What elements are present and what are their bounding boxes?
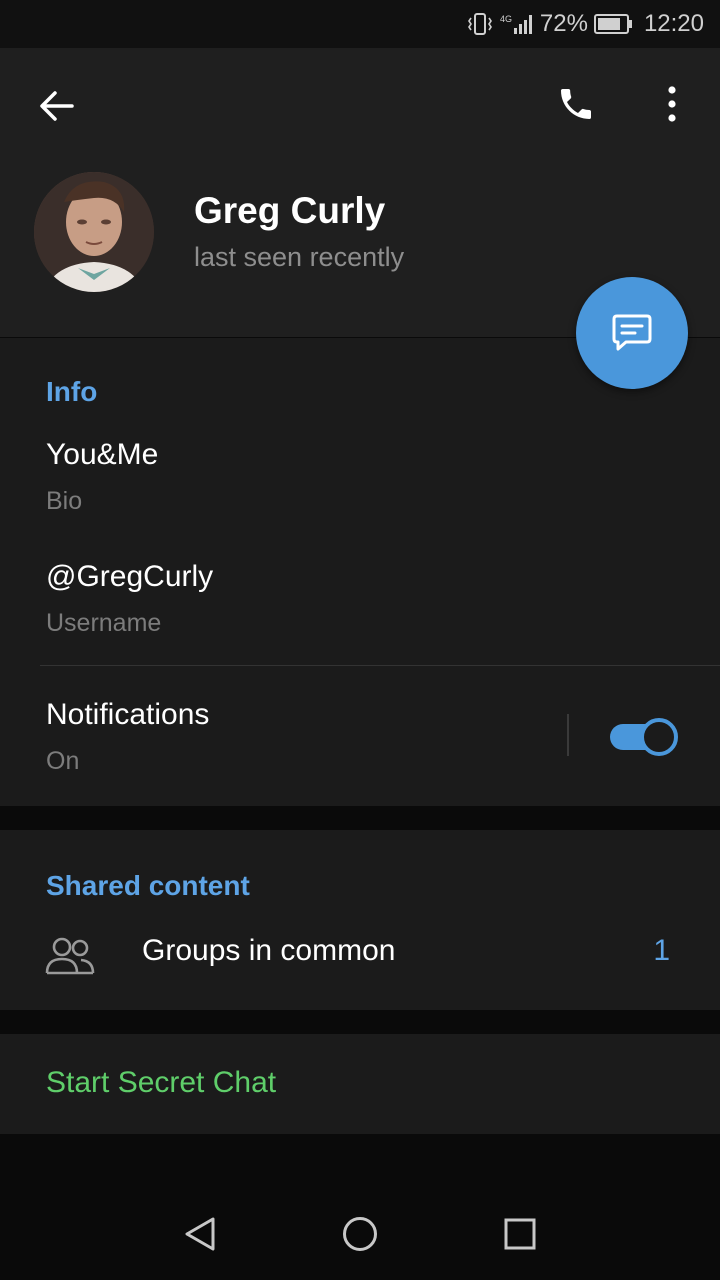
nav-recents-button[interactable] bbox=[500, 1214, 540, 1254]
notifications-title: Notifications bbox=[46, 698, 210, 731]
avatar[interactable] bbox=[34, 172, 154, 292]
group-icon bbox=[44, 936, 96, 976]
back-button[interactable] bbox=[34, 84, 78, 128]
kebab-menu-icon bbox=[668, 86, 676, 122]
square-recents-icon bbox=[504, 1218, 536, 1250]
vertical-separator bbox=[567, 714, 569, 756]
profile-screen: 4G 72% 12:20 Greg Curly last seen recent… bbox=[0, 0, 720, 1280]
clock: 12:20 bbox=[643, 10, 704, 37]
secret-chat-section: Start Secret Chat bbox=[0, 1034, 720, 1134]
triangle-back-icon bbox=[185, 1217, 215, 1251]
status-bar: 4G 72% 12:20 bbox=[0, 0, 720, 48]
message-icon bbox=[612, 314, 652, 351]
bio-value: You&Me bbox=[46, 438, 159, 471]
vibrate-icon bbox=[466, 12, 494, 36]
info-section-title: Info bbox=[46, 376, 98, 407]
nav-home-button[interactable] bbox=[340, 1214, 380, 1254]
circle-home-icon bbox=[343, 1217, 377, 1251]
start-secret-chat-button[interactable]: Start Secret Chat bbox=[46, 1066, 276, 1100]
info-section: Info You&Me Bio @GregCurly Username Noti… bbox=[0, 338, 720, 806]
notifications-state: On bbox=[46, 747, 80, 775]
arrow-left-icon bbox=[40, 91, 74, 121]
toggle-knob bbox=[640, 718, 678, 756]
groups-in-common-label: Groups in common bbox=[142, 934, 396, 967]
more-options-button[interactable] bbox=[652, 80, 692, 128]
system-nav-bar bbox=[0, 1188, 720, 1280]
nav-back-button[interactable] bbox=[180, 1214, 220, 1254]
phone-icon bbox=[561, 89, 591, 119]
groups-in-common-row[interactable]: Groups in common 1 bbox=[0, 922, 720, 1002]
battery-percent: 72% bbox=[539, 10, 588, 37]
battery-icon bbox=[593, 13, 634, 35]
bio-label: Bio bbox=[46, 487, 83, 515]
notifications-row[interactable]: Notifications On bbox=[0, 666, 720, 806]
username-label: Username bbox=[46, 609, 162, 637]
call-button[interactable] bbox=[552, 80, 600, 128]
network-type-label: 4G bbox=[500, 14, 512, 24]
signal-icon: 4G bbox=[500, 12, 534, 36]
notifications-toggle[interactable] bbox=[610, 718, 678, 756]
shared-content-title: Shared content bbox=[46, 870, 250, 901]
last-seen-status: last seen recently bbox=[194, 242, 405, 272]
avatar-photo bbox=[34, 172, 154, 292]
send-message-button[interactable] bbox=[576, 277, 688, 389]
shared-content-section: Shared content Groups in common 1 bbox=[0, 830, 720, 1010]
groups-in-common-count: 1 bbox=[653, 934, 670, 967]
contact-name: Greg Curly bbox=[194, 190, 386, 231]
username-value: @GregCurly bbox=[46, 560, 214, 593]
